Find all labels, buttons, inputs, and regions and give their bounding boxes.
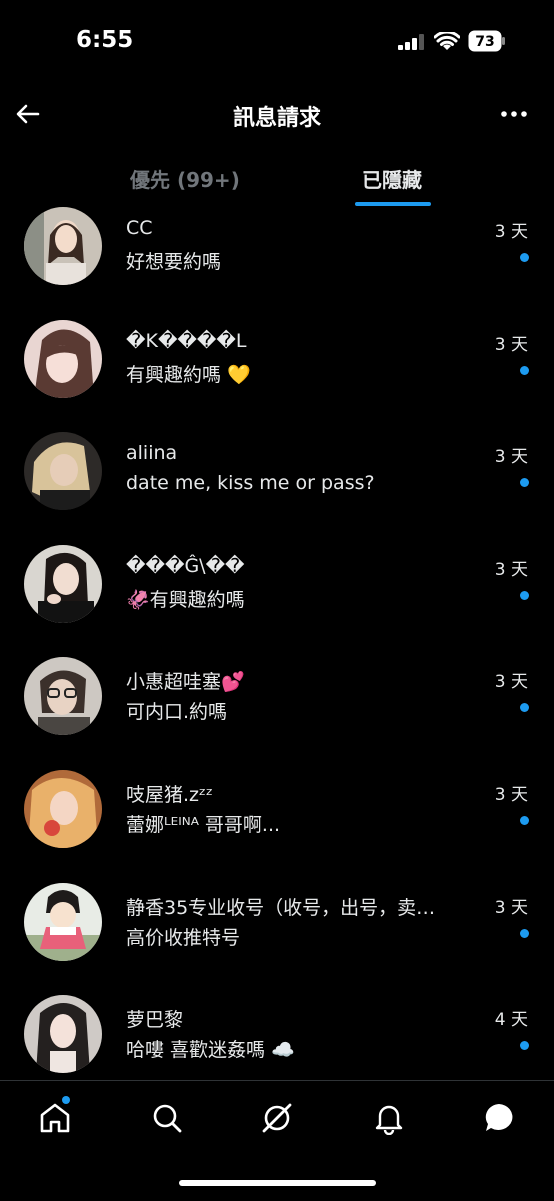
tab-bar: 優先 (99+) 已隱藏 xyxy=(0,150,554,210)
avatar xyxy=(24,207,102,285)
conversation-name: ���Ĝ\�� xyxy=(126,554,245,577)
conversation-message: 哈嘍 喜歡迷姦嗎 ☁️ xyxy=(126,1039,295,1062)
battery-level: 73 xyxy=(475,34,494,50)
conversation-time: 3 天 xyxy=(494,672,528,693)
conversation-time: 3 天 xyxy=(494,784,528,805)
conversation-row[interactable]: 小惠超哇塞💕 可内口.約嗎 3 天 xyxy=(0,655,554,768)
conversation-message: 蕾娜ᴸᴱᴵᴺᴬ 哥哥啊... xyxy=(126,813,281,836)
conversation-time: 3 天 xyxy=(494,559,528,580)
avatar xyxy=(24,319,102,398)
status-time: 6:55 xyxy=(76,27,134,53)
unread-dot xyxy=(520,253,529,262)
unread-dot xyxy=(520,1041,529,1051)
conversation-name: 小惠超哇塞💕 xyxy=(126,671,245,694)
page-title: 訊息請求 xyxy=(232,106,321,131)
conversation-name: 静香35专业收号（收号，出号，卖… xyxy=(126,896,436,919)
more-horizontal-icon[interactable] xyxy=(498,100,530,128)
home-badge xyxy=(62,1096,70,1104)
unread-dot xyxy=(520,928,529,938)
conversation-row[interactable]: ���Ĝ\�� 🦑有興趣約嗎 3 天 xyxy=(0,543,554,656)
avatar xyxy=(24,995,102,1074)
unread-dot xyxy=(520,478,529,488)
unread-dot xyxy=(520,590,529,600)
header: 訊息請求 xyxy=(0,90,554,138)
avatar xyxy=(24,769,102,848)
conversation-message: 有興趣約嗎 💛 xyxy=(126,363,251,386)
conversation-message: 可内口.約嗎 xyxy=(126,701,228,724)
wifi-icon xyxy=(434,32,460,50)
conversation-message: 🦑有興趣約嗎 xyxy=(126,588,245,611)
conversation-name: 萝巴黎 xyxy=(126,1009,184,1032)
tab-hidden[interactable]: 已隱藏 xyxy=(362,164,422,193)
conversation-message: 好想要約嗎 xyxy=(126,251,222,273)
status-bar: 6:55 73 xyxy=(0,0,554,84)
avatar xyxy=(24,432,102,511)
conversation-message: 高价收推特号 xyxy=(126,926,241,949)
conversation-name: CC xyxy=(126,217,153,239)
avatar xyxy=(24,882,102,961)
grok-icon[interactable] xyxy=(260,1101,294,1135)
avatar xyxy=(24,544,102,623)
conversation-time: 3 天 xyxy=(494,897,528,918)
home-icon[interactable] xyxy=(38,1101,72,1135)
conversation-list: CC 好想要約嗎 3 天 �K����L 有興趣約嗎 💛 3 天 aliina … xyxy=(0,205,554,1106)
conversation-row[interactable]: 吱屋猪.zᶻᶻ 蕾娜ᴸᴱᴵᴺᴬ 哥哥啊... 3 天 xyxy=(0,768,554,881)
conversation-time: 3 天 xyxy=(494,334,528,355)
bell-icon[interactable] xyxy=(372,1101,406,1135)
unread-dot xyxy=(520,365,529,375)
unread-dot xyxy=(520,815,529,825)
conversation-message: date me, kiss me or pass? xyxy=(126,472,375,495)
conversation-name: �K����L xyxy=(126,329,247,352)
conversation-time: 3 天 xyxy=(494,222,528,242)
avatar xyxy=(24,657,102,736)
unread-dot xyxy=(520,703,529,713)
conversation-name: 吱屋猪.zᶻᶻ xyxy=(126,783,213,806)
conversation-name: aliina xyxy=(126,442,178,465)
cellular-signal-icon xyxy=(398,34,424,50)
conversation-row[interactable]: aliina date me, kiss me or pass? 3 天 xyxy=(0,430,554,543)
conversation-row[interactable]: 静香35专业收号（收号，出号，卖… 高价收推特号 3 天 xyxy=(0,881,554,994)
messages-icon[interactable] xyxy=(482,1101,516,1135)
conversation-row[interactable]: CC 好想要約嗎 3 天 xyxy=(0,205,554,318)
battery-icon: 73 xyxy=(468,30,505,52)
conversation-row[interactable]: �K����L 有興趣約嗎 💛 3 天 xyxy=(0,318,554,431)
search-icon[interactable] xyxy=(150,1101,184,1135)
conversation-time: 4 天 xyxy=(494,1010,528,1031)
tab-priority[interactable]: 優先 (99+) xyxy=(130,164,240,193)
home-indicator xyxy=(179,1180,376,1186)
conversation-time: 3 天 xyxy=(494,447,528,468)
